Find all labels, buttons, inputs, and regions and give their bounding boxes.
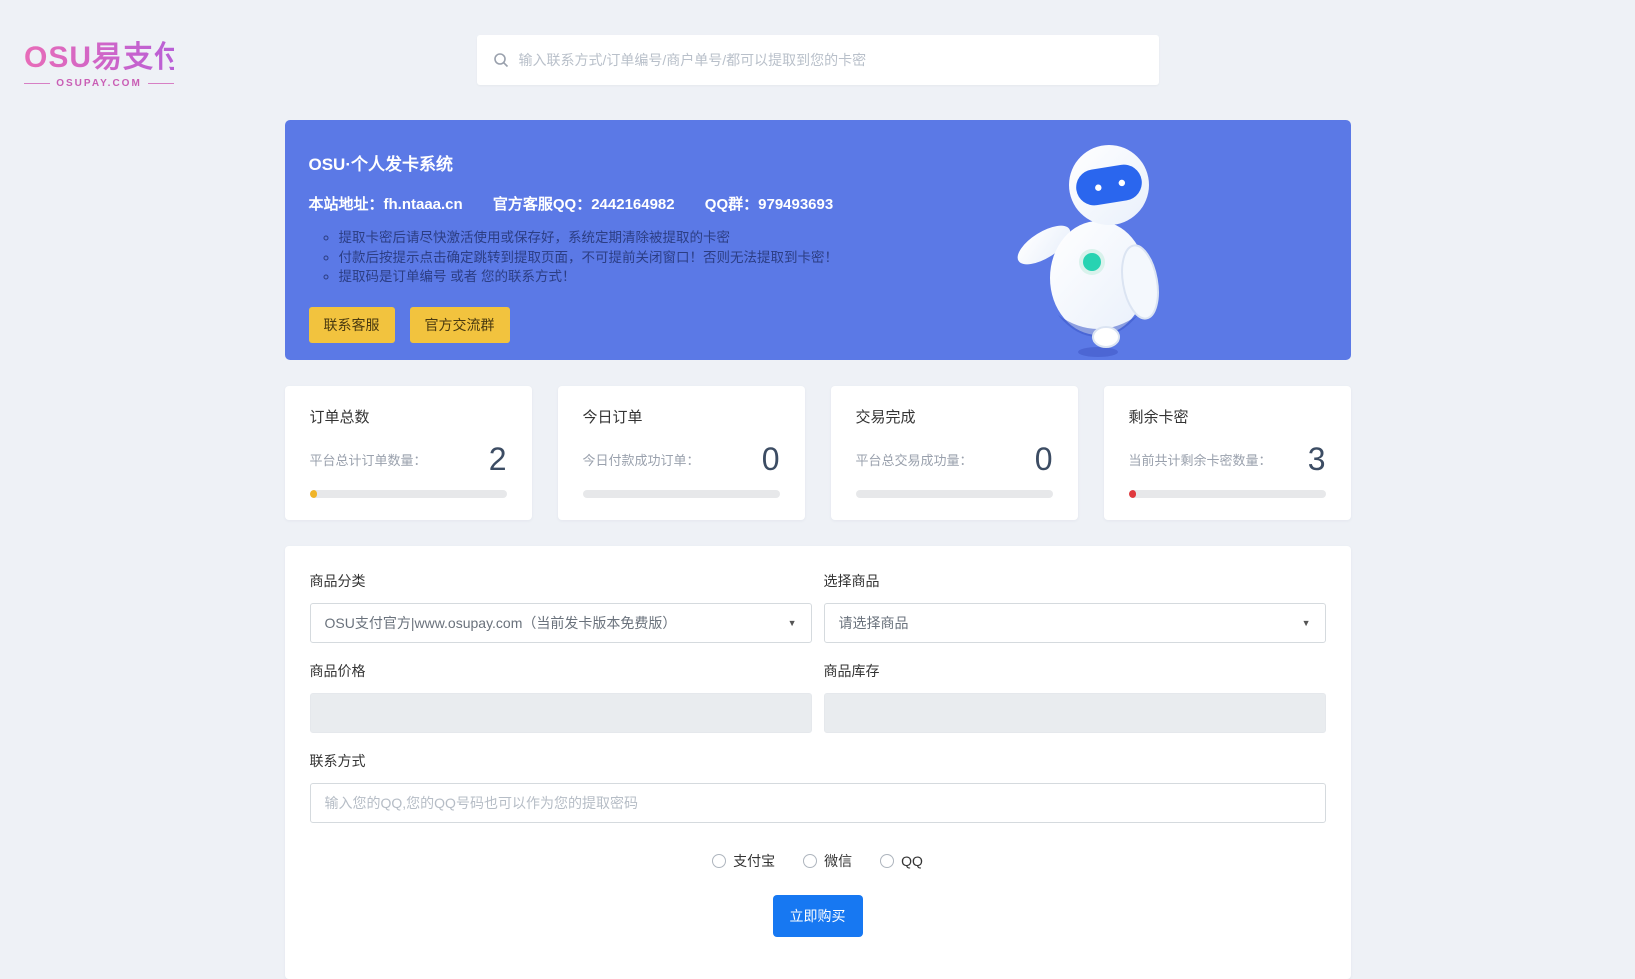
stat-progress-bar <box>855 490 1053 498</box>
notice-item: 提取码是订单编号 或者 您的联系方式！ <box>339 267 1327 287</box>
official-group-button[interactable]: 官方交流群 <box>409 306 510 343</box>
stat-progress-fill <box>309 490 318 498</box>
buy-now-button[interactable]: 立即购买 <box>772 895 863 937</box>
radio-button[interactable] <box>803 854 818 868</box>
stat-value: 3 <box>1307 441 1326 477</box>
price-field <box>309 693 812 733</box>
category-label: 商品分类 <box>309 573 366 589</box>
stat-progress-bar <box>1128 490 1326 498</box>
product-label: 选择商品 <box>823 573 880 589</box>
payment-option-label: 微信 <box>824 853 853 869</box>
stat-card-completed-trades: 交易完成 平台总交易成功量： 0 <box>830 386 1078 520</box>
stat-title: 今日订单 <box>582 409 643 426</box>
top-bar: OSU易支付 OSUPAY.COM <box>0 0 1635 120</box>
payment-option-wechat[interactable]: 微信 <box>803 851 852 871</box>
stat-progress-bar <box>309 490 507 498</box>
stat-title: 剩余卡密 <box>1128 409 1189 426</box>
stat-value: 0 <box>1034 441 1053 477</box>
logo-subtitle-text: OSUPAY.COM <box>56 78 142 89</box>
payment-option-label: QQ <box>901 853 923 869</box>
product-select[interactable]: 请选择商品 ▼ <box>823 603 1326 643</box>
purchase-form: 商品分类 OSU支付官方|www.osupay.com（当前发卡版本免费版） ▼… <box>284 546 1351 979</box>
stat-card-today-orders: 今日订单 今日付款成功订单： 0 <box>557 386 805 520</box>
contact-label: 联系方式 <box>309 753 366 769</box>
category-select[interactable]: OSU支付官方|www.osupay.com（当前发卡版本免费版） ▼ <box>309 603 812 643</box>
search-input[interactable] <box>518 52 1143 68</box>
stat-progress-fill <box>1128 490 1137 498</box>
logo-subtitle: OSUPAY.COM <box>24 78 174 89</box>
logo-title: OSU易支付 <box>24 32 184 76</box>
stat-label: 平台总交易成功量： <box>855 453 973 468</box>
payment-option-alipay[interactable]: 支付宝 <box>712 851 775 871</box>
stat-label: 当前共计剩余卡密数量： <box>1128 453 1272 468</box>
stat-label: 平台总计订单数量： <box>309 453 427 468</box>
stock-label: 商品库存 <box>823 663 880 679</box>
stat-progress-bar <box>582 490 780 498</box>
category-select-value: OSU支付官方|www.osupay.com（当前发卡版本免费版） <box>324 615 677 631</box>
search-bar <box>476 35 1159 85</box>
site-logo: OSU易支付 OSUPAY.COM <box>24 32 184 89</box>
search-icon <box>493 53 508 68</box>
stat-value: 2 <box>488 441 507 477</box>
service-qq: 官方客服QQ：2442164982 <box>492 196 675 213</box>
payment-option-label: 支付宝 <box>733 853 776 869</box>
stats-row: 订单总数 平台总计订单数量： 2 今日订单 今日付款成功订单： 0 交易完成 平… <box>284 386 1351 520</box>
stat-card-remaining-cards: 剩余卡密 当前共计剩余卡密数量： 3 <box>1103 386 1351 520</box>
radio-button[interactable] <box>880 854 895 868</box>
qq-group: QQ群：979493693 <box>704 196 834 213</box>
stat-title: 订单总数 <box>309 409 370 426</box>
stat-card-total-orders: 订单总数 平台总计订单数量： 2 <box>284 386 532 520</box>
notice-item: 提取卡密后请尽快激活使用或保存好，系统定期清除被提取的卡密 <box>339 228 1327 248</box>
stock-field <box>823 693 1326 733</box>
robot-illustration <box>1017 145 1159 357</box>
notice-list: 提取卡密后请尽快激活使用或保存好，系统定期清除被提取的卡密 付款后按提示点击确定… <box>339 228 1327 287</box>
chevron-down-icon: ▼ <box>787 618 797 628</box>
stat-label: 今日付款成功订单： <box>582 453 700 468</box>
contact-service-button[interactable]: 联系客服 <box>308 306 395 343</box>
price-label: 商品价格 <box>309 663 366 679</box>
site-address: 本站地址：fh.ntaaa.cn <box>308 196 463 213</box>
product-select-value: 请选择商品 <box>838 615 909 631</box>
chevron-down-icon: ▼ <box>1301 618 1311 628</box>
payment-method-row: 支付宝 微信 QQ <box>310 851 1326 871</box>
info-banner: OSU·个人发卡系统 本站地址：fh.ntaaa.cn 官方客服QQ：24421… <box>284 120 1351 360</box>
notice-item: 付款后按提示点击确定跳转到提取页面，不可提前关闭窗口！否则无法提取到卡密！ <box>339 248 1327 268</box>
contact-input[interactable] <box>309 783 1326 823</box>
stat-value: 0 <box>761 441 780 477</box>
stat-title: 交易完成 <box>855 409 916 426</box>
payment-option-qq[interactable]: QQ <box>880 853 923 869</box>
radio-button[interactable] <box>712 854 727 868</box>
